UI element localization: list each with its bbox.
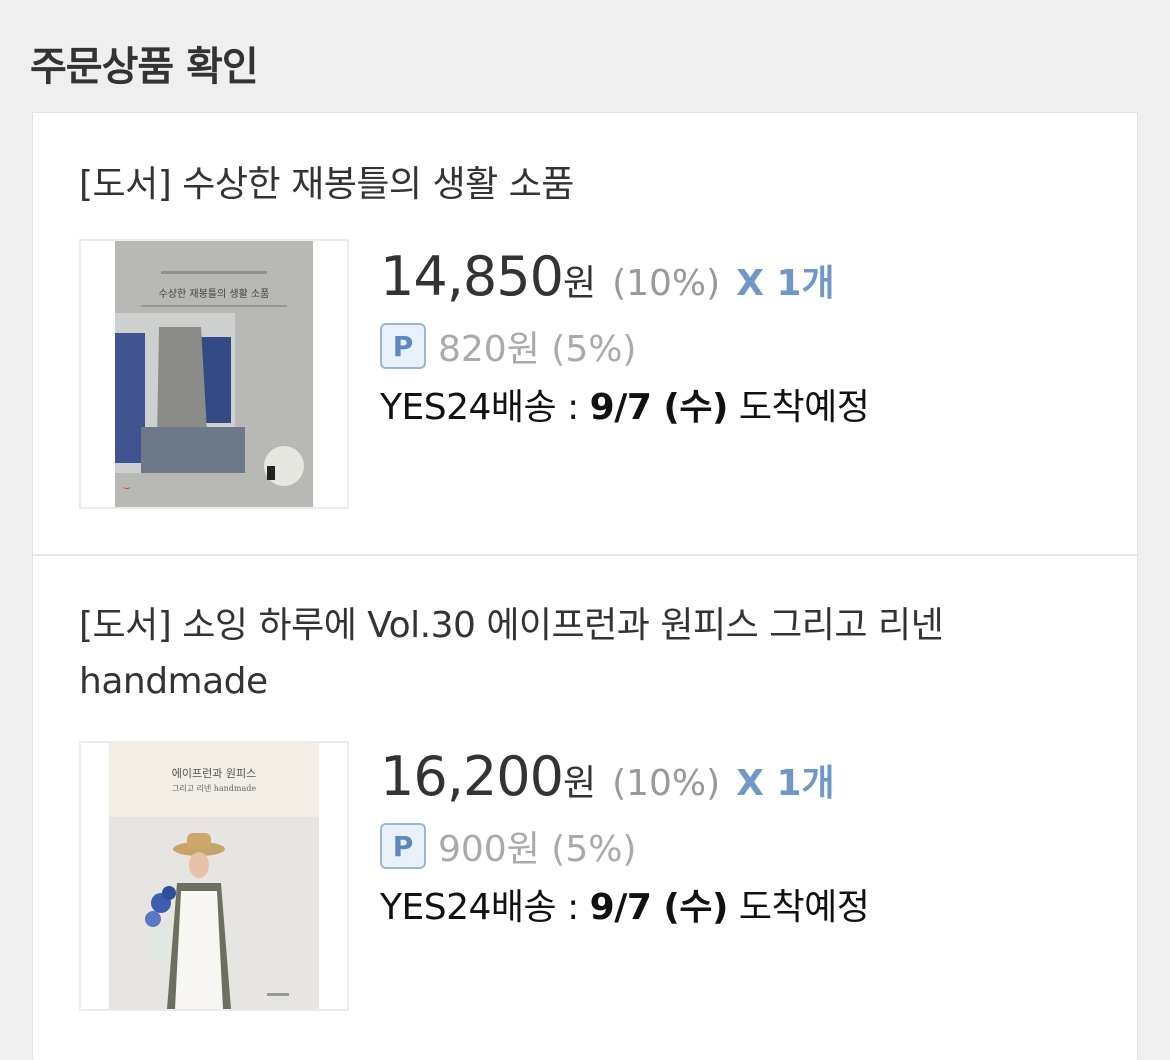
delivery-info: YES24배송 : 9/7 (수) 도착예정 bbox=[380, 878, 870, 930]
item-info: 14,850 원 (10%) X 1개 P 820원 (5%) YES24배송 … bbox=[380, 245, 870, 430]
delivery-date: 9/7 (수) bbox=[589, 887, 729, 928]
delivery-suffix: 도착예정 bbox=[727, 887, 870, 928]
book-cover-image[interactable]: 수상한 재봉틀의 생활 소품 ⌣ bbox=[79, 239, 349, 509]
item-title[interactable]: [도서] 수상한 재봉틀의 생활 소품 bbox=[79, 157, 1079, 213]
order-item: [도서] 소잉 하루에 Vol.30 에이프런과 원피스 그리고 리넨 hand… bbox=[33, 558, 1137, 1060]
book-cover-image[interactable]: 에이프런과 원피스 그리고 리넨 handmade bbox=[79, 741, 349, 1011]
discount-rate: (10%) bbox=[612, 263, 721, 304]
item-quantity: X 1개 bbox=[736, 763, 835, 804]
points-icon: P bbox=[380, 323, 426, 369]
currency-unit: 원 bbox=[562, 263, 597, 304]
points-earned: 820원 (5%) bbox=[438, 329, 637, 370]
points-icon: P bbox=[380, 823, 426, 869]
delivery-label: YES24배송 : bbox=[380, 387, 590, 428]
delivery-date: 9/7 (수) bbox=[589, 387, 729, 428]
item-price: 14,850 bbox=[380, 245, 564, 308]
cover-subtitle-text: 그리고 리넨 handmade bbox=[172, 784, 257, 793]
delivery-suffix: 도착예정 bbox=[727, 387, 870, 428]
delivery-label: YES24배송 : bbox=[380, 887, 590, 928]
item-price: 16,200 bbox=[380, 745, 564, 808]
order-item-list: [도서] 수상한 재봉틀의 생활 소품 수상한 재봉틀의 생활 소품 ⌣ 14,… bbox=[32, 112, 1138, 1060]
item-title[interactable]: [도서] 소잉 하루에 Vol.30 에이프런과 원피스 그리고 리넨 hand… bbox=[79, 598, 1079, 710]
currency-unit: 원 bbox=[562, 763, 597, 804]
order-item: [도서] 수상한 재봉틀의 생활 소품 수상한 재봉틀의 생활 소품 ⌣ 14,… bbox=[33, 113, 1137, 556]
cover-title-text: 수상한 재봉틀의 생활 소품 bbox=[159, 287, 270, 300]
svg-text:⌣: ⌣ bbox=[123, 480, 131, 494]
item-info: 16,200 원 (10%) X 1개 P 900원 (5%) YES24배송 … bbox=[380, 745, 870, 930]
cover-title-text: 에이프런과 원피스 bbox=[172, 767, 256, 780]
delivery-info: YES24배송 : 9/7 (수) 도착예정 bbox=[380, 378, 870, 430]
discount-rate: (10%) bbox=[612, 763, 721, 804]
item-quantity: X 1개 bbox=[736, 263, 835, 304]
page-title: 주문상품 확인 bbox=[30, 44, 259, 90]
points-earned: 900원 (5%) bbox=[438, 829, 637, 870]
